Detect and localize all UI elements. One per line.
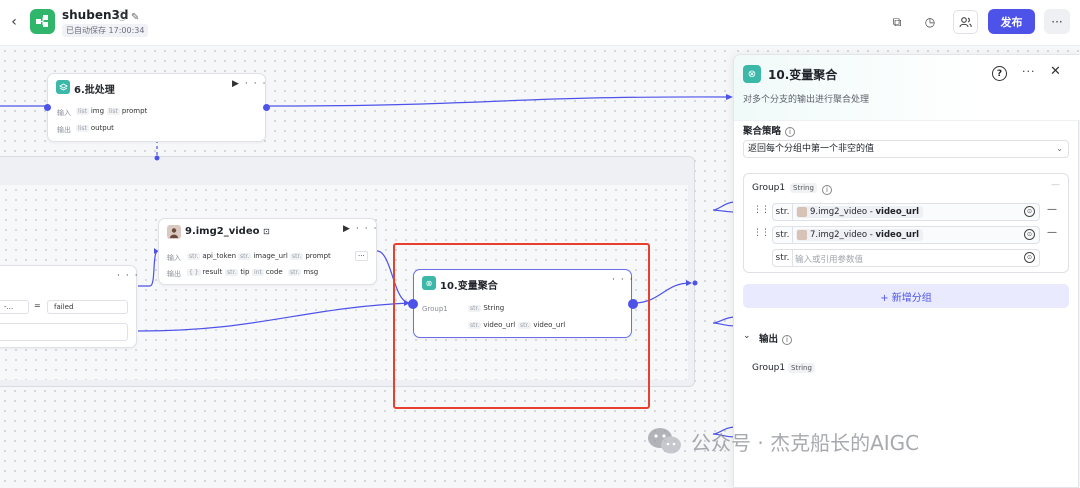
node-img2-video[interactable]: 9.img2_video ⊡ ▶ ··· 输入 str. api_token str… — [158, 218, 377, 285]
app-logo — [30, 9, 55, 34]
input-param: list img — [76, 107, 105, 115]
output-param: int code — [252, 268, 283, 276]
arrow-head — [686, 280, 692, 286]
output-label: 输出 — [57, 126, 71, 134]
wire-batch-out — [265, 96, 731, 107]
info-icon: i — [782, 334, 793, 345]
node-settings-panel: ⊗ 10.变量聚合 ? ··· ✕ 对多个分支的输出进行聚合处理 聚合策略 i 返… — [733, 54, 1080, 488]
output-param: list output — [76, 124, 114, 132]
watermark: 公众号 · 杰克船长的AIGC — [647, 426, 919, 456]
input-label: 输入 — [57, 109, 71, 117]
plugin-icon: ⊡ — [262, 227, 270, 236]
input-port[interactable] — [44, 104, 51, 111]
run-icon[interactable]: ▶ — [232, 79, 245, 89]
back-icon[interactable]: ‹ — [7, 13, 21, 31]
variable-reference[interactable]: 7.img2_video - video_url — [796, 229, 924, 241]
input-param: list prompt — [107, 107, 148, 115]
autosave-status: 已自动保存 17:00:34 — [62, 24, 149, 37]
type-label: str. — [773, 204, 793, 220]
remove-icon[interactable]: — — [1047, 227, 1057, 238]
incoming-wires — [712, 201, 735, 438]
collaborators-icon[interactable] — [953, 10, 978, 34]
condition-left-field[interactable]: -... — [0, 300, 29, 314]
type-label: str. — [773, 227, 793, 243]
node-batch[interactable]: 6.批处理 ▶··· 输入 list img list prompt 输出 list… — [44, 73, 270, 142]
panel-title[interactable]: 10.变量聚合 — [768, 66, 837, 83]
history-icon[interactable]: ◷ — [919, 11, 941, 33]
output-type-badge: String — [788, 363, 815, 373]
copy-icon[interactable]: ⧉ — [886, 11, 908, 33]
port-dot — [154, 155, 160, 161]
port-dot — [692, 280, 698, 286]
clear-icon[interactable]: ⊙ — [1024, 206, 1035, 217]
strategy-select[interactable]: 返回每个分组中第一个非空的值 ⌄ — [743, 140, 1069, 158]
condition-operator[interactable]: = — [34, 301, 41, 310]
clear-icon[interactable]: ⊙ — [1024, 229, 1035, 240]
close-icon[interactable]: ✕ — [1050, 64, 1061, 79]
group-card: Group1 String i — ⋮⋮ str. 9.img2_video -… — [743, 173, 1069, 273]
condition-extra-field[interactable] — [0, 323, 128, 341]
variable-input[interactable]: str. 7.img2_video - video_url ⊙ — [772, 226, 1040, 244]
variable-reference[interactable]: 9.img2_video - video_url — [796, 206, 924, 218]
output-param: { } result — [187, 268, 223, 276]
more-params-icon[interactable]: ··· — [355, 251, 368, 261]
more-icon[interactable]: ··· — [245, 79, 272, 89]
input-param: str. image_url — [238, 252, 288, 260]
avatar — [797, 207, 807, 217]
variable-placeholder: 输入或引用参数值 — [795, 255, 864, 265]
help-icon[interactable]: ? — [992, 66, 1007, 81]
variable-row: ⋮⋮ str. 7.img2_video - video_url ⊙ — — [753, 226, 1068, 244]
output-label: 输出 — [167, 270, 181, 278]
info-icon: i — [785, 126, 796, 137]
node-title: 6.批处理 — [74, 85, 115, 96]
remove-icon[interactable]: — — [1047, 204, 1057, 215]
output-param: str. tip — [225, 268, 250, 276]
output-group-name: Group1 — [752, 363, 786, 373]
arrow-head — [726, 94, 733, 100]
group-name[interactable]: Group1 — [752, 183, 785, 193]
publish-button[interactable]: 发布 — [988, 9, 1035, 34]
aggregate-icon: ⊗ — [743, 65, 761, 83]
more-icon[interactable]: ··· — [117, 271, 144, 281]
variable-row: ⋮⋮ str. 9.img2_video - video_url ⊙ — — [753, 203, 1068, 221]
group-type-badge: String — [790, 183, 817, 193]
avatar-icon — [167, 225, 181, 239]
input-param: str. api_token — [187, 252, 237, 260]
wechat-icon — [647, 426, 683, 456]
wire-cond-to-aggregate — [137, 302, 411, 332]
workflow-canvas[interactable]: 6.批处理 ▶··· 输入 list img list prompt 输出 list… — [0, 46, 733, 488]
type-label: str. — [773, 250, 793, 266]
drag-handle-icon[interactable]: ⋮⋮ — [753, 228, 770, 238]
variable-row: str. 输入或引用参数值 ⊙ — [753, 249, 1068, 267]
info-icon: i — [822, 185, 832, 195]
top-bar: ‹ shuben3d ⓘ✎ 已自动保存 17:00:34 ⧉ ◷ 发布 ··· — [0, 0, 1080, 46]
clear-icon[interactable]: ⊙ — [1024, 252, 1035, 263]
drag-handle-icon[interactable]: ⋮⋮ — [753, 205, 770, 215]
edit-icon[interactable]: ✎ — [131, 12, 143, 23]
info-icon[interactable]: ⓘ — [117, 12, 131, 23]
chevron-down-icon: ⌄ — [1056, 144, 1063, 153]
input-param: str. prompt — [290, 252, 331, 260]
avatar — [797, 230, 807, 240]
chevron-down-icon[interactable]: ⌄ — [743, 331, 751, 341]
add-group-button[interactable]: + 新增分组 — [743, 284, 1069, 308]
output-param: str. msg — [288, 268, 319, 276]
output-port[interactable] — [263, 104, 270, 111]
highlight-annotation — [393, 243, 650, 409]
more-button[interactable]: ··· — [1044, 9, 1070, 34]
node-condition[interactable]: ··· -... = failed — [0, 265, 138, 348]
node-title: 9.img2_video ⊡ — [185, 226, 270, 237]
variable-input[interactable]: str. 9.img2_video - video_url ⊙ — [772, 203, 1040, 221]
batch-icon — [56, 80, 70, 94]
more-icon[interactable]: ··· — [1022, 65, 1036, 78]
output-section-label: 输出 i — [759, 331, 793, 345]
strategy-label: 聚合策略 i — [743, 123, 796, 137]
variable-input[interactable]: str. 输入或引用参数值 ⊙ — [772, 249, 1040, 267]
run-icon[interactable]: ▶ — [343, 224, 356, 234]
more-icon[interactable]: ··· — [356, 224, 383, 234]
input-label: 输入 — [167, 254, 181, 262]
panel-description[interactable]: 对多个分支的输出进行聚合处理 — [743, 92, 869, 105]
condition-right-field[interactable]: failed — [47, 300, 128, 314]
remove-group-icon[interactable]: — — [1051, 180, 1060, 190]
